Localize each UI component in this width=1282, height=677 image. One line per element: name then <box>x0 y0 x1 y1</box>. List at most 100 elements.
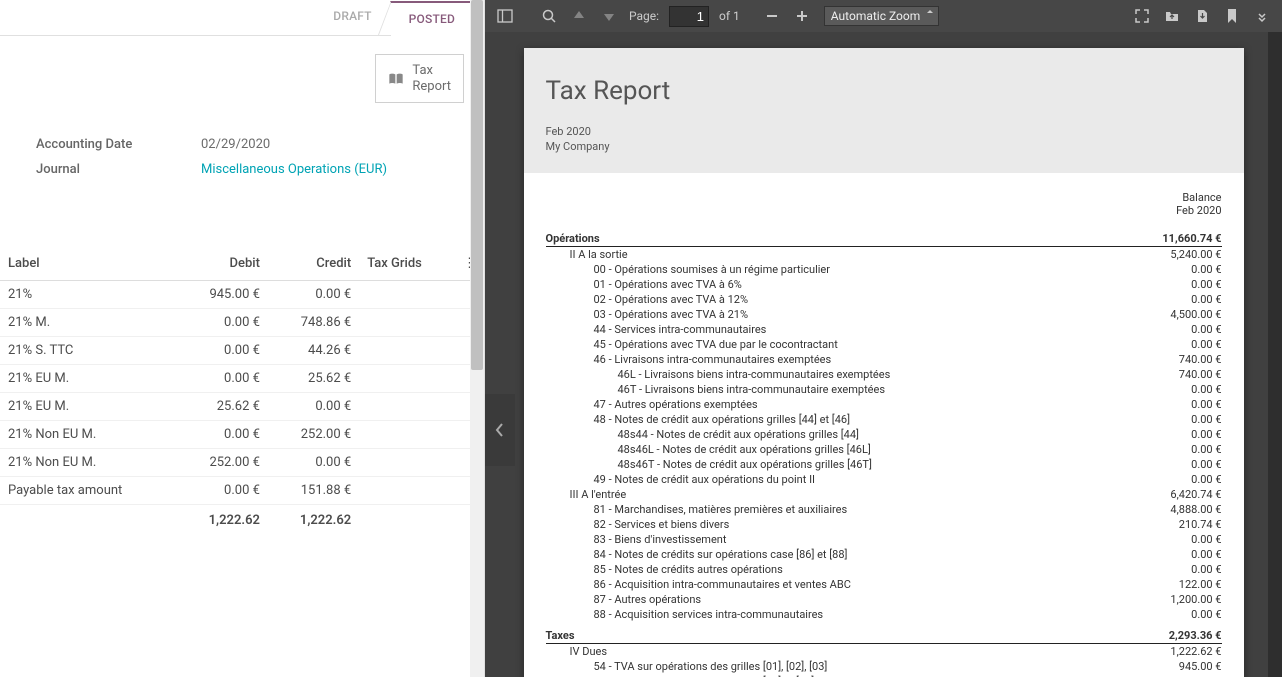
table-row[interactable]: 21% Non EU M. 252.00 € 0.00 € <box>0 449 484 477</box>
cell-credit: 0.00 € <box>268 281 359 309</box>
zoom-in-icon[interactable] <box>788 2 816 30</box>
report-line: IV Dues1,222.62 € <box>546 644 1222 659</box>
totals-row: 1,222.621,222.62 <box>0 505 484 535</box>
report-line: Taxes2,293.36 € <box>546 628 1222 644</box>
report-title: Tax Report <box>546 76 1222 106</box>
report-period: Feb 2020 <box>546 124 1222 139</box>
cell-debit: 0.00 € <box>177 337 268 365</box>
cell-label: 21% Non EU M. <box>0 449 177 477</box>
bookmark-icon[interactable] <box>1218 2 1246 30</box>
report-line: 85 - Notes de crédits autres opérations0… <box>546 562 1222 577</box>
report-line: 45 - Opérations avec TVA due par le coco… <box>546 337 1222 352</box>
page-input[interactable] <box>669 6 709 27</box>
cell-label: 21% Non EU M. <box>0 421 177 449</box>
field-label-accounting-date: Accounting Date <box>36 137 201 152</box>
report-line: 54 - TVA sur opérations des grilles [01]… <box>546 659 1222 674</box>
pdf-page: Tax Report Feb 2020 My Company Balance F… <box>524 48 1244 677</box>
left-scrollbar[interactable] <box>470 0 484 677</box>
report-line: 44 - Services intra-communautaires0.00 € <box>546 322 1222 337</box>
field-value-accounting-date: 02/29/2020 <box>201 137 270 152</box>
col-label[interactable]: Label <box>0 247 177 281</box>
prev-page-icon[interactable] <box>565 2 593 30</box>
report-line: 84 - Notes de crédits sur opérations cas… <box>546 547 1222 562</box>
cell-debit: 945.00 € <box>177 281 268 309</box>
report-line: Opérations11,660.74 € <box>546 231 1222 247</box>
total-credit: 1,222.62 <box>268 505 359 535</box>
journal-link[interactable]: Miscellaneous Operations (EUR) <box>201 162 387 177</box>
next-page-icon[interactable] <box>595 2 623 30</box>
report-line: 48s46T - Notes de crédit aux opérations … <box>546 457 1222 472</box>
cell-label: 21% EU M. <box>0 393 177 421</box>
col-taxgrids[interactable]: Tax Grids <box>359 247 455 281</box>
report-line: 88 - Acquisition services intra-communau… <box>546 607 1222 622</box>
pdf-viewport[interactable]: Tax Report Feb 2020 My Company Balance F… <box>485 32 1282 677</box>
report-line: 00 - Opérations soumises à un régime par… <box>546 262 1222 277</box>
report-line: 46 - Livraisons intra-communautaires exe… <box>546 352 1222 367</box>
report-line: III A l'entrée6,420.74 € <box>546 487 1222 502</box>
download-icon[interactable] <box>1188 2 1216 30</box>
report-line: 48 - Notes de crédit aux opérations gril… <box>546 412 1222 427</box>
tab-posted[interactable]: POSTED <box>390 1 474 36</box>
tax-report-label-2: Report <box>412 79 451 95</box>
cell-credit: 151.88 € <box>268 477 359 505</box>
cell-credit: 748.86 € <box>268 309 359 337</box>
report-line: 49 - Notes de crédit aux opérations du p… <box>546 472 1222 487</box>
cell-credit: 0.00 € <box>268 449 359 477</box>
cell-label: 21% M. <box>0 309 177 337</box>
report-line: 86 - Acquisition intra-communautaires et… <box>546 577 1222 592</box>
cell-debit: 0.00 € <box>177 365 268 393</box>
tax-report-button[interactable]: Tax Report <box>375 54 464 103</box>
table-row[interactable]: 21% EU M. 25.62 € 0.00 € <box>0 393 484 421</box>
table-row[interactable]: Payable tax amount 0.00 € 151.88 € <box>0 477 484 505</box>
cell-label: Payable tax amount <box>0 477 177 505</box>
pdf-toolbar: Page: of 1 Automatic Zoom <box>485 0 1282 32</box>
zoom-select[interactable]: Automatic Zoom <box>824 6 939 26</box>
journal-items-table: Label Debit Credit Tax Grids ⋮ 21% 945.0… <box>0 247 484 534</box>
report-line: 48s46L - Notes de crédit aux opérations … <box>546 442 1222 457</box>
cell-label: 21% <box>0 281 177 309</box>
report-company: My Company <box>546 139 1222 154</box>
report-line: 46L - Livraisons biens intra-communautai… <box>546 367 1222 382</box>
cell-label: 21% S. TTC <box>0 337 177 365</box>
report-line: II A la sortie5,240.00 € <box>546 247 1222 262</box>
table-row[interactable]: 21% S. TTC 0.00 € 44.26 € <box>0 337 484 365</box>
report-line: 46T - Livraisons biens intra-communautai… <box>546 382 1222 397</box>
table-row[interactable]: 21% EU M. 0.00 € 25.62 € <box>0 365 484 393</box>
page-of-label: of 1 <box>719 9 740 23</box>
col-credit[interactable]: Credit <box>268 247 359 281</box>
report-line: 48s44 - Notes de crédit aux opérations g… <box>546 427 1222 442</box>
tools-icon[interactable] <box>1248 2 1276 30</box>
table-row[interactable]: 21% M. 0.00 € 748.86 € <box>0 309 484 337</box>
report-line: 03 - Opérations avec TVA à 21%4,500.00 € <box>546 307 1222 322</box>
search-icon[interactable] <box>535 2 563 30</box>
report-line: 47 - Autres opérations exemptées0.00 € <box>546 397 1222 412</box>
total-debit: 1,222.62 <box>177 505 268 535</box>
page-label: Page: <box>629 9 659 23</box>
cell-credit: 252.00 € <box>268 421 359 449</box>
report-line: 81 - Marchandises, matières premières et… <box>546 502 1222 517</box>
balance-period: Feb 2020 <box>546 204 1222 217</box>
book-icon <box>388 72 404 86</box>
table-row[interactable]: 21% 945.00 € 0.00 € <box>0 281 484 309</box>
cell-debit: 252.00 € <box>177 449 268 477</box>
open-file-icon[interactable] <box>1158 2 1186 30</box>
balance-label: Balance <box>546 191 1222 204</box>
col-debit[interactable]: Debit <box>177 247 268 281</box>
report-line: 83 - Biens d'investissement0.00 € <box>546 532 1222 547</box>
cell-credit: 0.00 € <box>268 393 359 421</box>
cell-debit: 0.00 € <box>177 421 268 449</box>
cell-credit: 25.62 € <box>268 365 359 393</box>
table-row[interactable]: 21% Non EU M. 0.00 € 252.00 € <box>0 421 484 449</box>
form-panel: DRAFT POSTED Tax Report Accounting Date … <box>0 0 485 677</box>
collapse-panel-button[interactable] <box>485 394 515 466</box>
cell-debit: 25.62 € <box>177 393 268 421</box>
field-label-journal: Journal <box>36 162 201 177</box>
status-tabs: DRAFT POSTED <box>0 0 484 36</box>
pdf-scrollbar[interactable] <box>1268 32 1282 677</box>
zoom-out-icon[interactable] <box>758 2 786 30</box>
toggle-sidebar-icon[interactable] <box>491 2 519 30</box>
fullscreen-icon[interactable] <box>1128 2 1156 30</box>
cell-label: 21% EU M. <box>0 365 177 393</box>
report-line: 02 - Opérations avec TVA à 12%0.00 € <box>546 292 1222 307</box>
tax-report-label-1: Tax <box>412 63 451 79</box>
